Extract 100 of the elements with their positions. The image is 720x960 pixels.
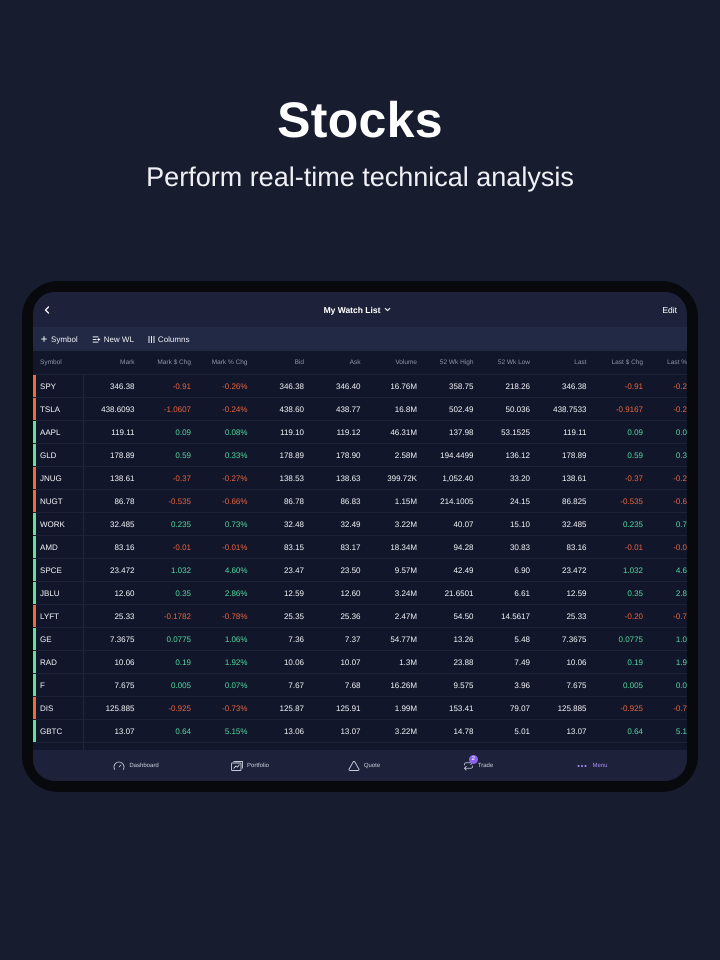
change-cell-text: 0.64 — [626, 726, 644, 736]
table-cell-text: 214.1005 — [439, 496, 474, 506]
table-cell-text: 3.22M — [394, 520, 418, 528]
change-cell-text: -0.26% — [221, 382, 248, 390]
page-subtitle: Perform real-time technical analysis — [146, 162, 574, 192]
change-cell-text: 0.64 — [174, 726, 192, 736]
table-cell-text: 42.49 — [452, 566, 474, 574]
table-cell-text: 438.6093 — [100, 404, 136, 414]
change-cell-text: 0.59 — [626, 450, 644, 460]
table-cell-text: 119.10 — [279, 428, 305, 436]
change-cell-text: 0.09 — [626, 428, 644, 436]
table-cell-text: 7.49 — [513, 658, 531, 666]
change-cell-text: 0.35 — [174, 588, 192, 598]
table-cell-text: 178.89 — [109, 450, 136, 460]
change-cell-text: -0.0 — [672, 542, 687, 552]
change-cell-text: 0.3 — [674, 450, 687, 460]
plus-icon — [40, 335, 48, 343]
change-cell-text: -0.9167 — [614, 404, 644, 414]
table-cell-text: 25.35 — [282, 612, 305, 620]
symbol-cell-text: JBLU — [39, 588, 60, 598]
table-cell-text: 346.38 — [561, 382, 588, 390]
change-cell-text: -0.24% — [221, 404, 248, 414]
table-cell-text: 3.96 — [513, 680, 531, 690]
table-cell-text: 1,052.40 — [441, 474, 474, 482]
table-cell-text: 138.61 — [109, 474, 136, 482]
table-cell-text: 53.1525 — [500, 428, 531, 436]
change-cell-text: -0.37 — [172, 474, 192, 482]
table-cell-text: 5.01 — [513, 726, 531, 736]
symbol-cell-text: DIS — [39, 704, 54, 712]
table-cell-text: 23.50 — [339, 566, 362, 574]
table-cell-text: 346.38 — [278, 382, 305, 390]
change-cell-text: 1.032 — [170, 566, 192, 574]
table-cell-text: 7.37 — [344, 634, 362, 644]
change-cell-text: -0.6 — [672, 496, 687, 506]
columns-icon — [148, 336, 155, 342]
table-cell-text: 6.90 — [513, 566, 531, 574]
change-cell-text: 0.09 — [174, 428, 192, 436]
table-cell-text: 194.4499 — [439, 450, 474, 460]
table-cell-text: 94.28 — [452, 542, 474, 552]
table-cell-text: 7.675 — [113, 680, 136, 690]
table-cell-text: 138.61 — [561, 474, 588, 482]
table-cell-text: 86.78 — [113, 496, 136, 506]
toolbar-button[interactable]: Symbol — [40, 332, 78, 346]
table-cell-text: 438.60 — [278, 404, 305, 414]
table-cell-text: 54.77M — [389, 634, 418, 644]
table-cell-text: 7.67 — [287, 680, 305, 690]
change-cell-text: -0.73% — [221, 704, 248, 712]
change-cell-text: -0.7 — [672, 612, 687, 620]
table-cell-text: 50.036 — [504, 404, 531, 414]
toolbar-button[interactable]: Columns — [148, 332, 190, 346]
table-cell-text: 3.22M — [394, 726, 418, 736]
page-title: Stocks — [277, 92, 443, 148]
table-cell-text: 1.15M — [394, 496, 418, 506]
symbol-cell-text: GBTC — [39, 726, 62, 736]
table-cell-text: 7.675 — [565, 680, 588, 690]
symbol-cell-text: GE — [39, 634, 52, 644]
table-cell-text: 13.07 — [565, 726, 588, 736]
toolbar-button[interactable]: New WL — [92, 332, 134, 346]
table-cell-text: 23.47 — [282, 566, 305, 574]
table-cell-text: 24.15 — [508, 496, 531, 506]
table-cell-text: 12.60 — [339, 588, 362, 598]
edit-button[interactable]: Edit — [662, 302, 677, 316]
change-cell-text: 0.19 — [174, 658, 192, 666]
change-cell-text: 1.032 — [622, 566, 644, 574]
change-cell-text: 0.0775 — [618, 634, 644, 644]
table-cell-text: 502.49 — [448, 404, 474, 414]
table-cell-text: 136.12 — [504, 450, 531, 460]
table-cell-text: 13.26 — [452, 634, 474, 644]
change-cell-text: 5.15% — [224, 726, 248, 736]
change-cell-text: -0.91 — [624, 382, 644, 390]
table-cell-text: 438.77 — [335, 404, 362, 414]
table-cell-text: 32.485 — [561, 520, 588, 528]
table-cell-text: 83.17 — [339, 542, 362, 552]
table-cell-text: 14.5617 — [500, 612, 531, 620]
change-cell-text: -0.535 — [167, 496, 192, 506]
symbol-cell-text: LYFT — [39, 612, 59, 620]
change-cell-text: -0.66% — [221, 496, 248, 506]
change-cell-text: 2.8 — [674, 588, 687, 598]
symbol-cell-text: AMD — [39, 542, 58, 552]
table-cell-text: 125.885 — [556, 704, 588, 712]
table-cell-text: 23.472 — [109, 566, 136, 574]
table-cell-text: 119.11 — [562, 428, 588, 436]
change-cell-text: 0.19 — [626, 658, 644, 666]
change-cell-text: 0.005 — [622, 680, 644, 690]
table-cell-text: 30.83 — [508, 542, 531, 552]
change-cell-text: -0.01 — [172, 542, 192, 552]
table-cell-text: 7.3675 — [109, 634, 136, 644]
watchlist-dropdown[interactable]: My Watch List — [324, 302, 392, 316]
change-cell-text: -0.925 — [619, 704, 644, 712]
symbol-cell-text: F — [39, 680, 45, 690]
table-cell-text: 10.06 — [282, 658, 305, 666]
change-cell-text: -0.2 — [672, 474, 687, 482]
change-cell-text: 1.92% — [224, 658, 248, 666]
table-cell-text: 2.58M — [394, 450, 418, 460]
table-cell-text: 125.91 — [335, 704, 362, 712]
table-cell-text: 83.16 — [113, 542, 136, 552]
table-cell-text: 32.485 — [109, 520, 136, 528]
change-cell-text: 1.9 — [674, 658, 687, 666]
table-cell-text: 1.99M — [394, 704, 418, 712]
change-cell-text: 1.06% — [224, 634, 248, 644]
